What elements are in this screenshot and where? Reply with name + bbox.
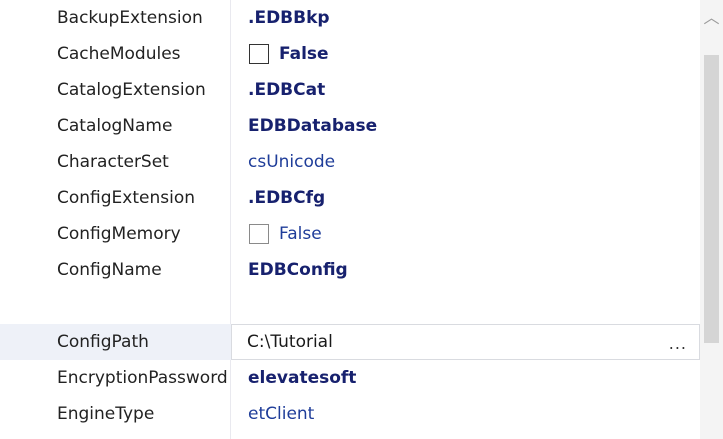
- property-value[interactable]: .EDBBkp: [248, 0, 330, 36]
- vertical-scrollbar[interactable]: ︿: [700, 0, 723, 439]
- property-row-configpath[interactable]: ConfigPath C:\Tutorial ...: [0, 324, 700, 360]
- scrollbar-thumb[interactable]: [704, 55, 719, 343]
- property-name: ConfigMemory: [57, 224, 181, 244]
- property-value[interactable]: EDBConfig: [248, 252, 348, 288]
- property-row-encryptionpassword[interactable]: EncryptionPassword elevatesoft: [0, 360, 700, 396]
- property-row-configmemory[interactable]: ConfigMemory False: [0, 216, 700, 252]
- property-value[interactable]: .EDBCat: [248, 72, 325, 108]
- property-row-cachemodules[interactable]: CacheModules False: [0, 36, 700, 72]
- cache-modules-checkbox[interactable]: [249, 44, 269, 64]
- property-row-catalogname[interactable]: CatalogName EDBDatabase: [0, 108, 700, 144]
- property-value: False: [279, 224, 322, 244]
- property-value[interactable]: EDBDatabase: [248, 108, 377, 144]
- property-row-catalogextension[interactable]: CatalogExtension .EDBCat: [0, 72, 700, 108]
- property-name: CharacterSet: [57, 152, 169, 172]
- chevron-up-icon[interactable]: ︿: [700, 0, 723, 36]
- property-row-configextension[interactable]: ConfigExtension .EDBCfg: [0, 180, 700, 216]
- property-grid: BackupExtension .EDBBkp CacheModules Fal…: [0, 0, 700, 439]
- property-value[interactable]: csUnicode: [248, 144, 335, 180]
- property-value[interactable]: elevatesoft: [248, 360, 356, 396]
- property-name: ConfigName: [57, 260, 162, 280]
- property-value[interactable]: .EDBCfg: [248, 180, 325, 216]
- config-memory-checkbox[interactable]: [249, 224, 269, 244]
- config-path-input[interactable]: C:\Tutorial: [247, 325, 333, 359]
- property-name: ConfigPath: [57, 332, 149, 352]
- property-value: False: [279, 44, 329, 64]
- property-name: EngineType: [57, 404, 155, 424]
- property-name: BackupExtension: [57, 8, 203, 28]
- property-name: EncryptionPassword: [57, 368, 228, 388]
- property-row-backupextension[interactable]: BackupExtension .EDBBkp: [0, 0, 700, 36]
- property-name: CatalogName: [57, 116, 173, 136]
- property-value[interactable]: etClient: [248, 396, 314, 432]
- config-path-editor[interactable]: C:\Tutorial ...: [231, 324, 700, 360]
- property-row-enginetype[interactable]: EngineType etClient: [0, 396, 700, 432]
- property-row-configname[interactable]: ConfigName EDBConfig: [0, 252, 700, 288]
- browse-ellipsis-button[interactable]: ...: [669, 327, 687, 361]
- property-name: CacheModules: [57, 44, 181, 64]
- property-name: ConfigExtension: [57, 188, 196, 208]
- property-name: CatalogExtension: [57, 80, 206, 100]
- property-row-characterset[interactable]: CharacterSet csUnicode: [0, 144, 700, 180]
